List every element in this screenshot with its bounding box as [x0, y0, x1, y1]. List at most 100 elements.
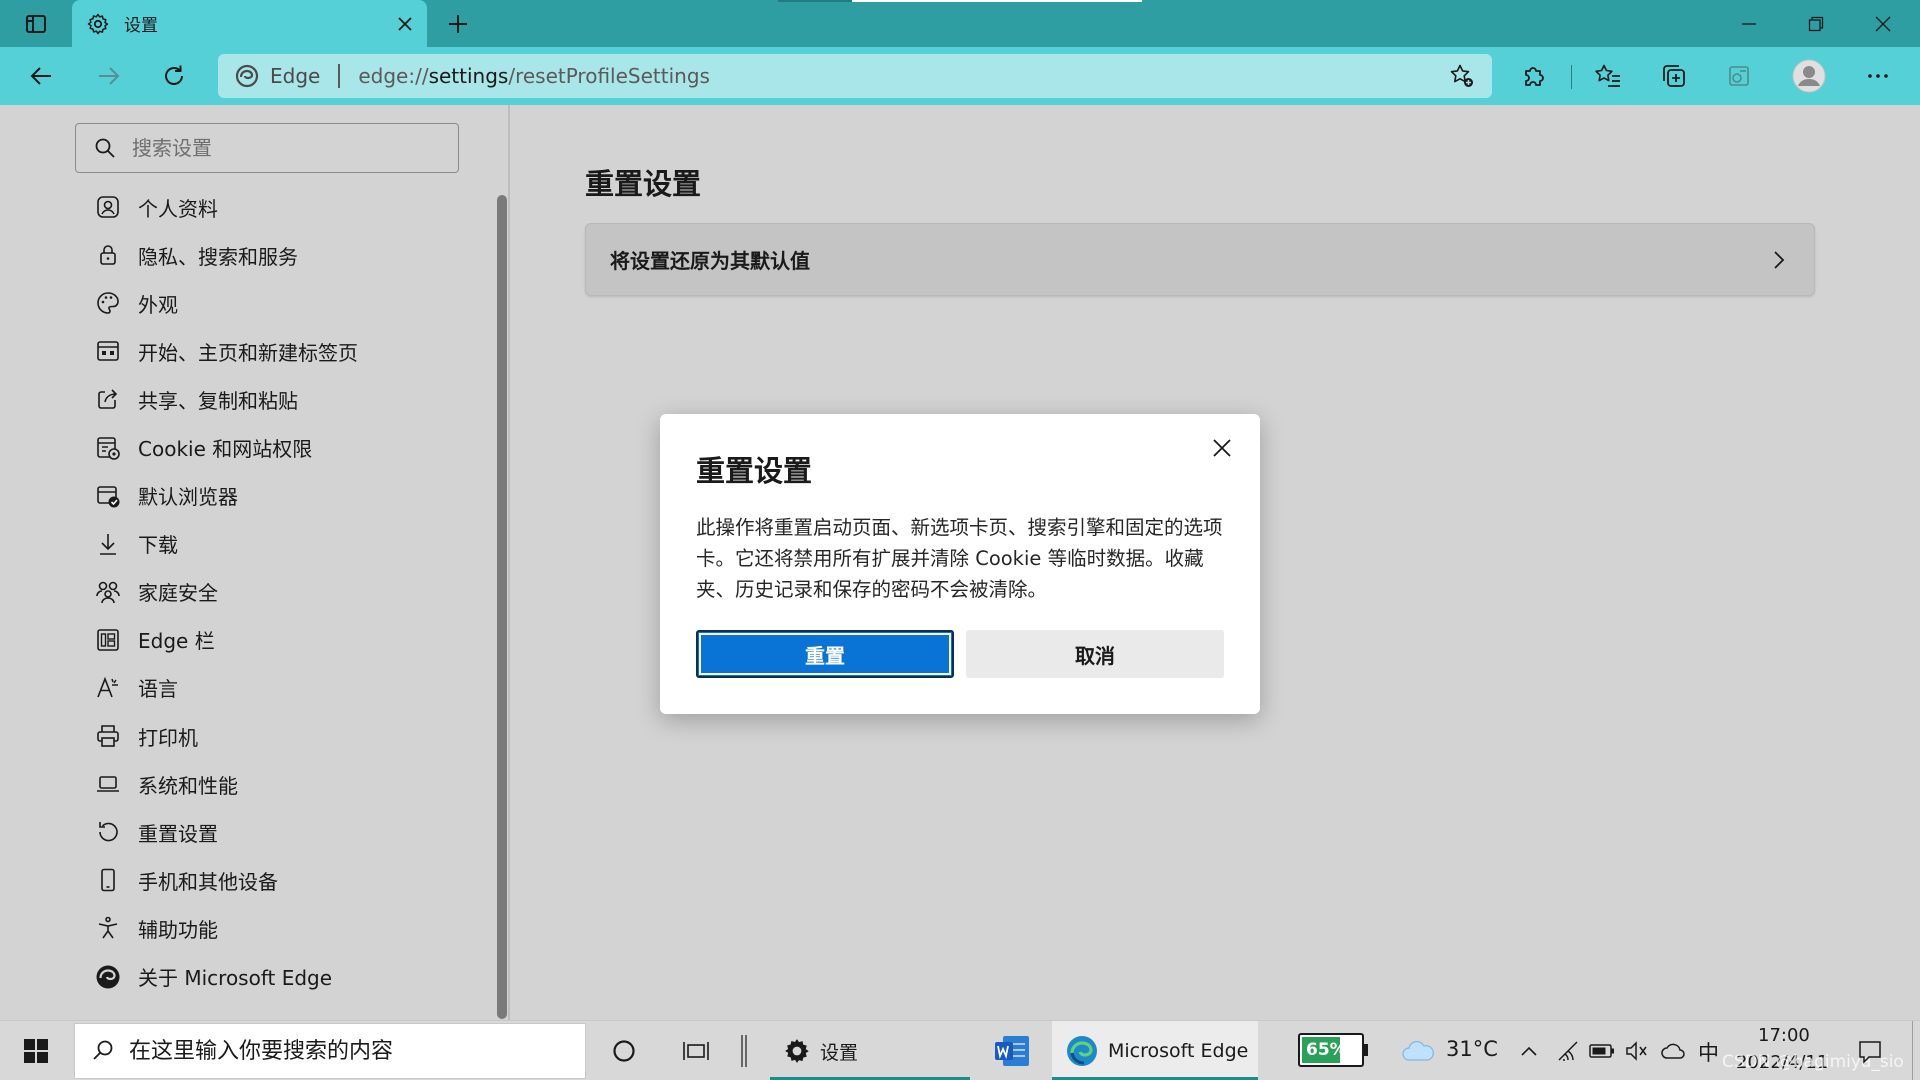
chevron-up-icon[interactable]	[1514, 1035, 1544, 1067]
taskbar-app-label: Microsoft Edge	[1108, 1040, 1249, 1062]
sidebar-item-label: 默认浏览器	[138, 485, 238, 510]
close-window-button[interactable]	[1850, 0, 1916, 47]
clock-time[interactable]: 17:00	[1758, 1025, 1810, 1046]
sidebar-item-accessibility[interactable]: 辅助功能	[90, 904, 490, 952]
tab-settings[interactable]: 设置	[72, 0, 427, 47]
address-bar[interactable]: Edge edge://settings/resetProfileSetting…	[218, 54, 1492, 98]
sidebar-item-label: 语言	[138, 677, 178, 702]
new-tab-button[interactable]	[436, 6, 480, 42]
sidebar-item-privacy[interactable]: 隐私、搜索和服务	[90, 231, 490, 279]
tab-actions-button[interactable]	[14, 8, 58, 40]
wifi-icon[interactable]	[1554, 1035, 1584, 1067]
accessibility-icon	[90, 910, 126, 946]
notification-center-button[interactable]	[1852, 1035, 1888, 1069]
sidebar-item-downloads[interactable]: 下载	[90, 520, 490, 568]
sidebar-item-share[interactable]: 共享、复制和粘贴	[90, 375, 490, 423]
collections-button[interactable]	[1652, 55, 1696, 97]
family-icon	[90, 574, 126, 610]
sidebar-item-reset[interactable]: 重置设置	[90, 808, 490, 856]
close-icon	[1213, 439, 1231, 457]
laptop-icon	[90, 766, 126, 802]
gear-icon	[785, 1039, 809, 1063]
sidebar-item-label: 个人资料	[138, 196, 218, 221]
restore-button[interactable]	[1783, 0, 1849, 47]
windows-taskbar: 设置 Microsoft Edge 65% 31°C 中 17:00 2022/…	[0, 1020, 1920, 1080]
minimize-icon	[1742, 22, 1756, 25]
input-method-indicator[interactable]: 中	[1698, 1037, 1719, 1067]
reset-button[interactable]: 重置	[696, 630, 954, 678]
palette-icon	[90, 285, 126, 321]
search-icon	[95, 138, 115, 158]
sidebar-item-family[interactable]: 家庭安全	[90, 568, 490, 616]
onedrive-cloud-icon[interactable]	[1658, 1035, 1688, 1067]
minimize-button[interactable]	[1716, 0, 1782, 47]
download-icon	[90, 526, 126, 562]
sidebar-item-system[interactable]: 系统和性能	[90, 760, 490, 808]
weather-temperature[interactable]: 31°C	[1446, 1037, 1498, 1061]
toolbar-separator	[1571, 65, 1572, 89]
sidebar-item-profile[interactable]: 个人资料	[90, 183, 490, 231]
windows-logo-icon	[24, 1039, 48, 1063]
back-button[interactable]	[20, 55, 64, 97]
phone-icon	[90, 862, 126, 898]
favorites-button[interactable]	[1586, 55, 1630, 97]
sidebar-item-label: 系统和性能	[138, 773, 238, 798]
cancel-button[interactable]: 取消	[966, 630, 1224, 678]
sidebar-item-start-home[interactable]: 开始、主页和新建标签页	[90, 327, 490, 375]
edge-logo-icon	[1067, 1036, 1097, 1066]
taskbar-search-input[interactable]	[129, 1038, 549, 1064]
taskbar-app-word[interactable]	[988, 1021, 1036, 1080]
sidebar-item-about[interactable]: 关于 Microsoft Edge	[90, 953, 490, 1001]
puzzle-icon	[1525, 67, 1544, 86]
share-icon	[90, 381, 126, 417]
sidebar-scrollbar[interactable]	[497, 195, 507, 1019]
refresh-button[interactable]	[152, 55, 196, 97]
taskbar-search-box[interactable]	[74, 1023, 586, 1079]
lock-icon	[90, 237, 126, 273]
taskbar-app-edge[interactable]: Microsoft Edge	[1052, 1021, 1258, 1080]
collections-icon	[1663, 65, 1685, 87]
tab-close-button[interactable]	[387, 6, 423, 42]
sidebar-item-label: 手机和其他设备	[138, 869, 278, 894]
close-icon	[398, 16, 412, 31]
add-favorite-button[interactable]	[1442, 56, 1482, 96]
more-menu-button[interactable]	[1856, 55, 1900, 97]
avatar-icon	[1792, 59, 1826, 93]
sidebar-item-edge-bar[interactable]: Edge 栏	[90, 616, 490, 664]
sidebar-item-appearance[interactable]: 外观	[90, 279, 490, 327]
language-icon	[90, 670, 126, 706]
edge-bar-icon	[90, 622, 126, 658]
profile-button[interactable]	[1787, 55, 1831, 97]
cortana-button[interactable]	[604, 1021, 644, 1080]
speaker-muted-icon[interactable]	[1622, 1035, 1652, 1067]
ie-mode-button[interactable]	[1717, 55, 1761, 97]
extensions-button[interactable]	[1512, 55, 1556, 97]
sidebar-item-cookies[interactable]: Cookie 和网站权限	[90, 423, 490, 471]
start-button[interactable]	[0, 1021, 72, 1080]
tab-actions-icon	[26, 15, 46, 33]
task-view-button[interactable]	[676, 1021, 716, 1080]
sidebar-item-languages[interactable]: 语言	[90, 664, 490, 712]
ellipsis-icon	[1868, 74, 1888, 78]
sidebar-item-phone[interactable]: 手机和其他设备	[90, 856, 490, 904]
battery-widget[interactable]: 65%	[1298, 1033, 1368, 1067]
battery-icon[interactable]	[1587, 1035, 1617, 1067]
restore-defaults-row[interactable]: 将设置还原为其默认值	[585, 223, 1815, 296]
dialog-close-button[interactable]	[1202, 428, 1242, 468]
taskbar-app-settings[interactable]: 设置	[770, 1021, 970, 1080]
url-text[interactable]: edge://settings/resetProfileSettings	[358, 64, 1442, 88]
settings-search-box[interactable]	[75, 123, 459, 173]
show-desktop-button[interactable]	[1912, 1021, 1920, 1080]
page-title: 重置设置	[585, 167, 702, 201]
edge-logo-icon	[90, 959, 126, 995]
favorites-star-icon	[1595, 64, 1620, 87]
star-add-icon	[1450, 64, 1473, 87]
sidebar-item-label: 隐私、搜索和服务	[138, 244, 298, 269]
forward-button[interactable]	[86, 55, 130, 97]
restore-icon	[1808, 16, 1824, 31]
sidebar-item-printers[interactable]: 打印机	[90, 712, 490, 760]
default-browser-icon	[90, 478, 126, 514]
sidebar-item-default-browser[interactable]: 默认浏览器	[90, 472, 490, 520]
settings-search-input[interactable]	[132, 136, 432, 160]
weather-cloud-icon[interactable]	[1398, 1035, 1438, 1067]
